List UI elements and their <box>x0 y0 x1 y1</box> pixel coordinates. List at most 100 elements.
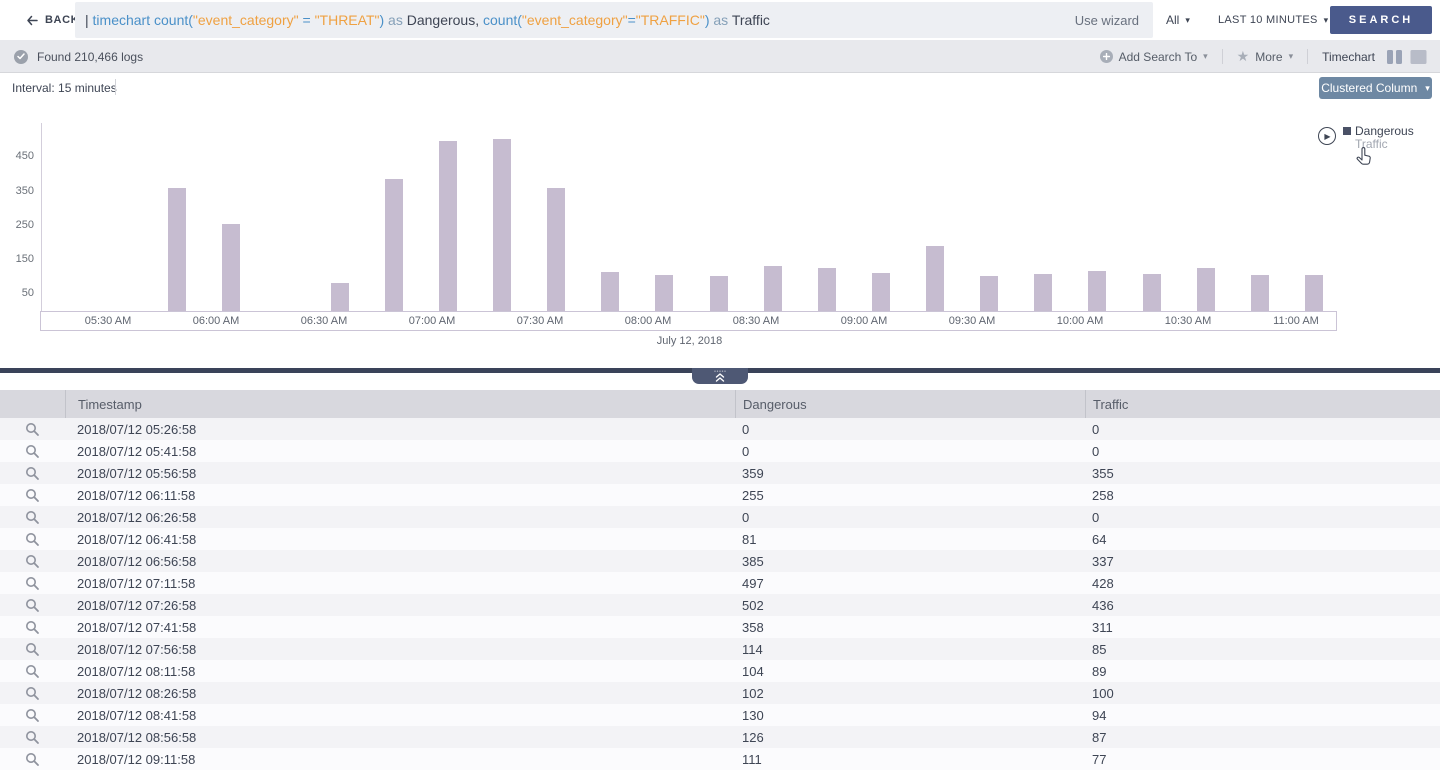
row-search-icon[interactable] <box>0 550 65 572</box>
row-search-icon[interactable] <box>0 462 65 484</box>
cell-dangerous: 104 <box>735 660 1085 682</box>
row-search-icon[interactable] <box>0 616 65 638</box>
cell-traffic: 0 <box>1085 506 1440 528</box>
query-token: "TRAFFIC" <box>636 12 705 28</box>
search-button[interactable]: SEARCH <box>1330 6 1432 34</box>
chart-bar[interactable] <box>385 179 403 311</box>
cell-timestamp: 2018/07/12 09:11:58 <box>65 748 735 770</box>
table-header-row: Timestamp Dangerous Traffic <box>0 390 1440 418</box>
collapse-handle[interactable] <box>692 368 748 384</box>
chart-bar[interactable] <box>655 275 673 311</box>
chart-bar[interactable] <box>331 283 349 311</box>
header-traffic[interactable]: Traffic <box>1085 390 1440 418</box>
legend-item-traffic[interactable]: Traffic <box>1343 137 1414 150</box>
chart-bar[interactable] <box>1088 271 1106 311</box>
chevron-down-icon: ▾ <box>1203 51 1208 62</box>
table-row: 2018/07/12 08:41:5813094 <box>0 704 1440 726</box>
play-button[interactable]: ▶ <box>1318 127 1336 145</box>
more-button[interactable]: ★ More ▾ <box>1223 48 1307 65</box>
cell-dangerous: 497 <box>735 572 1085 594</box>
chart-bar[interactable] <box>872 273 890 311</box>
x-axis-tick-label: 08:00 AM <box>625 315 671 327</box>
chart-legend: DangerousTraffic <box>1343 124 1414 150</box>
table-view-icon[interactable] <box>1409 49 1428 65</box>
chart-bar[interactable] <box>222 224 240 311</box>
cell-timestamp: 2018/07/12 06:26:58 <box>65 506 735 528</box>
chart-bar[interactable] <box>710 276 728 311</box>
chart-bar[interactable] <box>818 268 836 311</box>
chart-bar[interactable] <box>764 266 782 311</box>
plus-circle-icon <box>1100 50 1113 63</box>
query-token: "THREAT" <box>315 12 380 28</box>
cell-dangerous: 102 <box>735 682 1085 704</box>
row-search-icon[interactable] <box>0 418 65 440</box>
found-logs-label: Found 210,466 logs <box>37 50 143 64</box>
chart-bar[interactable] <box>980 276 998 311</box>
header-dangerous[interactable]: Dangerous <box>735 390 1085 418</box>
chevron-down-icon: ▾ <box>1289 51 1294 62</box>
x-axis-strip[interactable]: 05:30 AM06:00 AM06:30 AM07:00 AM07:30 AM… <box>40 311 1337 331</box>
table-row: 2018/07/12 07:41:58358311 <box>0 616 1440 638</box>
row-search-icon[interactable] <box>0 594 65 616</box>
cell-timestamp: 2018/07/12 06:11:58 <box>65 484 735 506</box>
cell-traffic: 311 <box>1085 616 1440 638</box>
add-search-to-button[interactable]: Add Search To ▾ <box>1086 50 1222 64</box>
row-search-icon[interactable] <box>0 660 65 682</box>
table-row: 2018/07/12 08:11:5810489 <box>0 660 1440 682</box>
chart-bar[interactable] <box>493 139 511 311</box>
query-input[interactable]: | timechart count("event_category" = "TH… <box>75 2 1153 38</box>
chart-bar[interactable] <box>1143 274 1161 311</box>
row-search-icon[interactable] <box>0 572 65 594</box>
interval-label: Interval: 15 minutes <box>12 81 117 95</box>
chart-bar[interactable] <box>1251 275 1269 311</box>
x-axis-tick-label: 10:00 AM <box>1057 315 1103 327</box>
more-label: More <box>1255 50 1282 64</box>
row-search-icon[interactable] <box>0 638 65 660</box>
row-search-icon[interactable] <box>0 726 65 748</box>
row-search-icon[interactable] <box>0 528 65 550</box>
row-search-icon[interactable] <box>0 484 65 506</box>
use-wizard-link[interactable]: Use wizard <box>1061 13 1153 28</box>
row-search-icon[interactable] <box>0 704 65 726</box>
header-timestamp[interactable]: Timestamp <box>65 390 735 418</box>
back-button[interactable]: BACK <box>26 0 79 40</box>
legend-item-dangerous[interactable]: Dangerous <box>1343 124 1414 137</box>
time-range-dropdown[interactable]: LAST 10 MINUTES ▾ <box>1218 0 1329 40</box>
cell-traffic: 436 <box>1085 594 1440 616</box>
chart-bar[interactable] <box>168 188 186 311</box>
chart-type-dropdown[interactable]: Clustered Column ▾ <box>1319 77 1432 99</box>
back-arrow-icon <box>26 15 38 26</box>
cell-timestamp: 2018/07/12 05:41:58 <box>65 440 735 462</box>
aggregate-table: Timestamp Dangerous Traffic 2018/07/12 0… <box>0 390 1440 770</box>
chevron-down-icon: ▾ <box>1185 15 1190 26</box>
chart-bar[interactable] <box>1034 274 1052 311</box>
x-axis-date-label: July 12, 2018 <box>40 335 1339 347</box>
table-row: 2018/07/12 06:26:5800 <box>0 506 1440 528</box>
row-search-icon[interactable] <box>0 682 65 704</box>
cell-traffic: 258 <box>1085 484 1440 506</box>
row-search-icon[interactable] <box>0 506 65 528</box>
query-text: | timechart count("event_category" = "TH… <box>75 12 1061 28</box>
row-search-icon[interactable] <box>0 748 65 770</box>
x-axis-tick-label: 05:30 AM <box>85 315 131 327</box>
cell-traffic: 87 <box>1085 726 1440 748</box>
chart-bar[interactable] <box>1197 268 1215 311</box>
x-axis-tick-label: 07:00 AM <box>409 315 455 327</box>
chart-bar[interactable] <box>1305 275 1323 311</box>
chart-bar[interactable] <box>439 141 457 311</box>
table-row: 2018/07/12 06:41:588164 <box>0 528 1440 550</box>
scope-dropdown[interactable]: All ▾ <box>1166 0 1190 40</box>
cell-traffic: 428 <box>1085 572 1440 594</box>
chart-bar[interactable] <box>547 188 565 311</box>
query-token: Traffic <box>732 12 770 28</box>
chart-bar[interactable] <box>601 272 619 311</box>
chart-bar[interactable] <box>926 246 944 311</box>
legend-label: Dangerous <box>1355 124 1414 138</box>
table-row: 2018/07/12 07:26:58502436 <box>0 594 1440 616</box>
table-row: 2018/07/12 05:41:5800 <box>0 440 1440 462</box>
chart-plot-area[interactable] <box>40 125 1339 311</box>
table-row: 2018/07/12 05:26:5800 <box>0 418 1440 440</box>
column-chart-view-icon[interactable] <box>1385 49 1404 65</box>
cell-timestamp: 2018/07/12 06:41:58 <box>65 528 735 550</box>
row-search-icon[interactable] <box>0 440 65 462</box>
